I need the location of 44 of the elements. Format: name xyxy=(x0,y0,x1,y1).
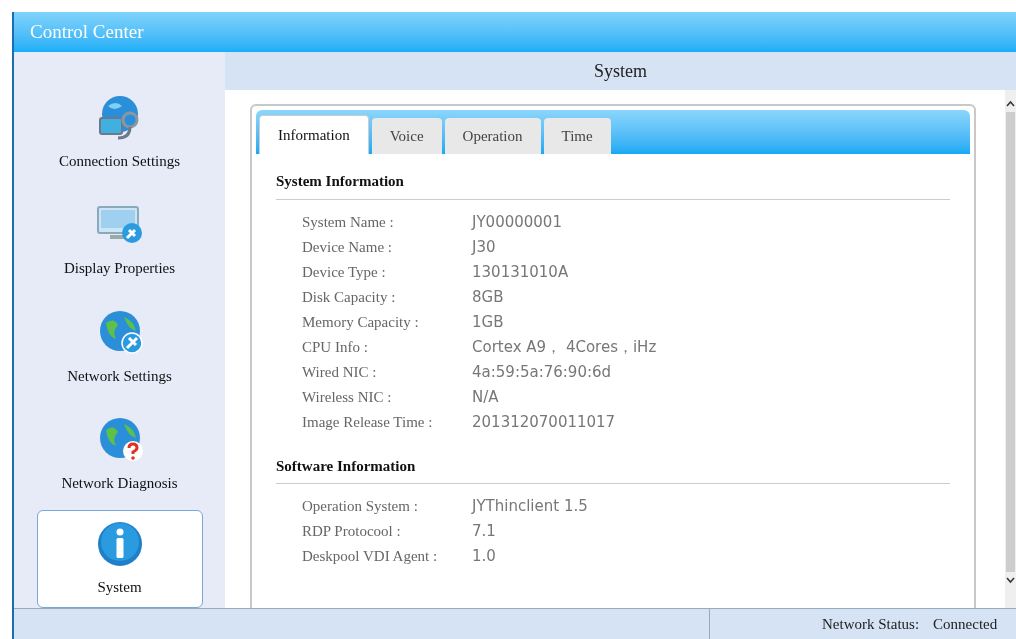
field-label: CPU Info : xyxy=(302,337,369,357)
field-label: Disk Capacity : xyxy=(302,287,397,307)
field-value: JY00000001 xyxy=(472,211,562,233)
tab[interactable]: Information xyxy=(259,115,369,154)
status-label: Network Status: xyxy=(822,614,920,634)
field-value: 4a:59:5a:76:90:6d xyxy=(472,361,612,383)
scroll-down-icon[interactable] xyxy=(1006,576,1015,584)
field-value: 201312070011017 xyxy=(472,411,616,433)
tab[interactable]: Voice xyxy=(371,118,442,154)
window-title: Control Center xyxy=(30,19,144,44)
sidebar-item[interactable]: Connection Settings xyxy=(36,80,203,186)
field-label: Operation System : xyxy=(302,497,419,517)
field-label: Wired NIC : xyxy=(302,362,378,382)
scroll-thumb[interactable] xyxy=(1006,112,1015,572)
section-title: System Information xyxy=(276,170,950,200)
field-value: 7.1 xyxy=(472,521,496,543)
field-label: Device Type : xyxy=(302,262,387,282)
sidebar-item[interactable]: System xyxy=(36,510,203,608)
tab[interactable]: Time xyxy=(543,118,611,154)
info-icon xyxy=(95,519,144,568)
sidebar-item[interactable]: Display Properties xyxy=(36,187,203,294)
field-value: JYThinclient 1.5 xyxy=(472,496,588,518)
field-label: Memory Capacity : xyxy=(302,312,420,332)
field-value: Cortex A9， 4Cores，iHz xyxy=(472,336,657,358)
scrollbar[interactable] xyxy=(1005,90,1016,608)
field-value: 1GB xyxy=(472,311,504,333)
field-label: Device Name : xyxy=(302,237,393,257)
sidebar-item[interactable]: Network Diagnosis xyxy=(36,402,203,509)
field-value: J30 xyxy=(472,236,496,258)
field-value: N/A xyxy=(472,386,499,408)
field-label: System Name : xyxy=(302,212,395,232)
field-value: 8GB xyxy=(472,286,504,308)
field-label: Image Release Time : xyxy=(302,412,434,432)
field-value: 1.0 xyxy=(472,546,496,568)
scroll-up-icon[interactable] xyxy=(1006,100,1015,108)
tab[interactable]: Operation xyxy=(444,118,541,154)
field-label: Wireless NIC : xyxy=(302,387,393,407)
header-title: System xyxy=(594,59,647,83)
field-value: 130131010A xyxy=(472,261,569,283)
field-label: RDP Protocool : xyxy=(302,522,402,542)
section-title: Software Information xyxy=(276,454,950,484)
status-value: Connected xyxy=(933,614,998,634)
sidebar-item[interactable]: Network Settings xyxy=(36,295,203,401)
field-label: Deskpool VDI Agent : xyxy=(302,547,439,567)
